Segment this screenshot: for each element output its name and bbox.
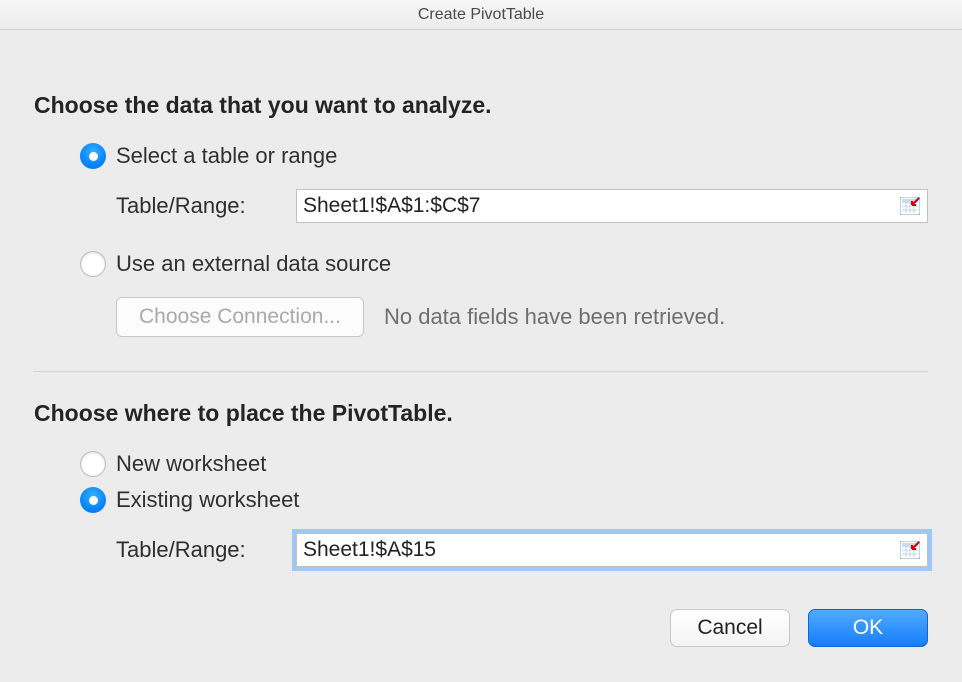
window-title: Create PivotTable xyxy=(0,0,962,30)
radio-label: New worksheet xyxy=(116,451,266,477)
collapse-dialog-icon[interactable] xyxy=(899,195,921,217)
radio-new-worksheet[interactable]: New worksheet xyxy=(80,451,928,477)
dest-table-range-input[interactable] xyxy=(297,535,899,565)
radio-existing-worksheet[interactable]: Existing worksheet xyxy=(80,487,928,513)
ok-button[interactable]: OK xyxy=(808,609,928,647)
radio-label: Use an external data source xyxy=(116,251,391,277)
choose-connection-button: Choose Connection... xyxy=(116,297,364,337)
dest-table-range-input-wrap[interactable] xyxy=(296,533,928,567)
radio-select-table-range[interactable]: Select a table or range xyxy=(80,143,928,169)
radio-icon xyxy=(80,251,106,277)
radio-icon xyxy=(80,487,106,513)
section-place-title: Choose where to place the PivotTable. xyxy=(34,400,928,427)
radio-external-data-source[interactable]: Use an external data source xyxy=(80,251,928,277)
radio-label: Select a table or range xyxy=(116,143,337,169)
source-table-range-label: Table/Range: xyxy=(116,193,296,219)
source-table-range-input-wrap[interactable] xyxy=(296,189,928,223)
dest-table-range-label: Table/Range: xyxy=(116,537,296,563)
source-table-range-input[interactable] xyxy=(297,191,899,221)
radio-icon xyxy=(80,451,106,477)
section-analyze-title: Choose the data that you want to analyze… xyxy=(34,92,928,119)
radio-label: Existing worksheet xyxy=(116,487,299,513)
cancel-button[interactable]: Cancel xyxy=(670,609,790,647)
radio-icon xyxy=(80,143,106,169)
collapse-dialog-icon[interactable] xyxy=(899,539,921,561)
connection-status-text: No data fields have been retrieved. xyxy=(384,304,725,330)
section-divider xyxy=(34,371,928,372)
